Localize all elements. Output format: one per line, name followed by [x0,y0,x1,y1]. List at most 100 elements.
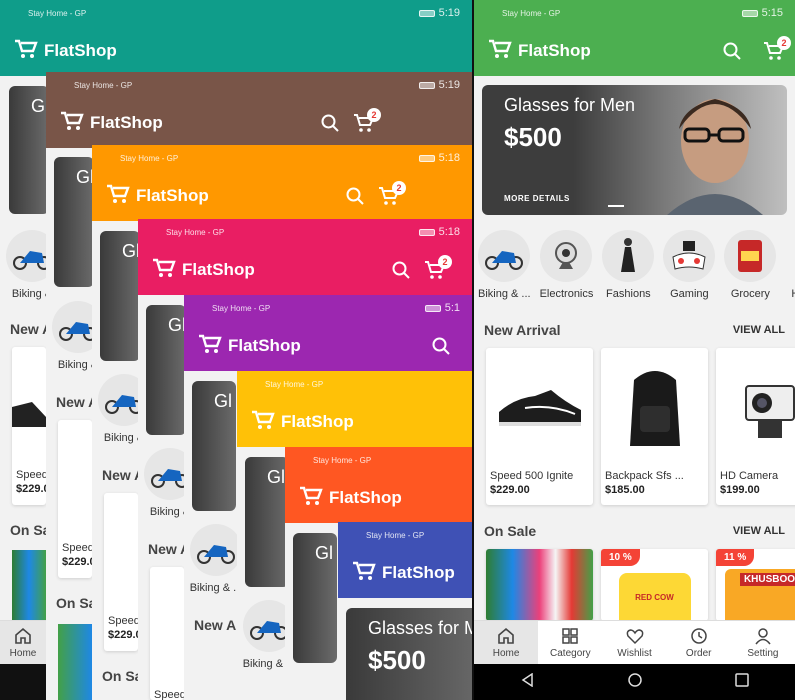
view-all-link[interactable]: VIEW ALL [733,324,785,336]
shirts-image [12,550,46,620]
cart-button[interactable]: 2 [757,34,791,68]
category-label: H [791,288,795,300]
product-card[interactable]: Speed 500 Ignite $229.00 [486,348,593,505]
product-name: Speed [16,469,46,481]
cart-logo-icon [152,258,176,283]
status-bar: Stay Home - GP 5:19 [0,0,472,26]
carrier-text: Stay Home - GP [313,455,372,465]
banner-partial[interactable]: Gl [293,533,337,663]
man-photo [657,89,767,215]
search-button[interactable] [424,329,458,363]
sale-card[interactable] [486,549,593,621]
history-icon [690,627,708,648]
battery-icon [418,154,435,162]
brand: FlatShop [14,39,166,64]
green-theme-screen: Stay Home - GP 5:15 FlatShop 2 Glasses fo… [474,0,795,700]
sale-card[interactable]: KHUSBOO 11 % [716,549,795,621]
product-card-partial[interactable]: Speed $229.0 [58,420,92,578]
more-details-link[interactable]: MORE DETAILS [504,194,570,203]
category-electronics[interactable]: Electronics [539,230,594,300]
product-price: $185.00 [605,484,645,496]
banner-title-partial: Gl [214,391,232,411]
status-time: 5:15 [761,7,783,19]
status-time: 5:1 [444,302,460,314]
search-button[interactable] [338,179,372,213]
category-grocery[interactable]: Grocery [724,230,777,300]
grid-icon [561,627,579,648]
banner-partial[interactable]: Glasses for Me $500 [346,608,472,700]
banner-partial[interactable]: Gl [54,157,94,287]
product-label: KHUSBOO [739,573,795,586]
product-card-partial[interactable]: Speed [150,567,184,700]
search-button[interactable] [384,253,418,287]
section-title: On Sale [484,523,537,539]
banner-partial[interactable]: Gl [192,381,236,511]
battery-icon [741,9,758,17]
search-button[interactable] [715,34,749,68]
shirts-image [486,549,593,621]
nav-order[interactable]: Order [667,621,731,664]
bike-icon [478,230,531,282]
category-label: Grocery [730,288,770,300]
gamepad-icon [663,230,716,282]
product-name: Speed 500 Ignite [490,470,574,482]
nav-setting[interactable]: Setting [731,621,795,664]
recents-icon[interactable] [734,672,749,692]
home-circle-icon[interactable] [627,672,642,692]
search-button[interactable] [166,34,200,68]
on-sale-partial: On Sa [56,595,97,611]
category-label: Electronics [539,288,594,300]
product-label: RED COW [618,573,691,621]
product-card[interactable]: HD Camera $199.00 [716,348,795,505]
promo-banner[interactable]: Glasses for Men $500 MORE DETAILS [482,85,787,215]
category-biking-partial[interactable]: Biking & ... [188,524,244,594]
cart-button[interactable]: 2 [372,179,406,213]
cart-logo-icon [352,561,376,586]
bottom-nav-partial: Home [0,620,46,664]
product-price: $229.0 [16,483,46,495]
shoe-icon [486,348,593,466]
product-name: Speed [108,615,138,627]
battery-icon [424,304,441,312]
category-more[interactable]: H [785,230,795,300]
brand-name: FlatShop [518,41,591,60]
banner-partial[interactable]: Gl [245,457,289,587]
bottom-navigation: Home Category Wishlist Order Setting [474,620,795,664]
category-fashions[interactable]: Fashions [602,230,655,300]
sale-card[interactable]: RED COW 10 % [601,549,708,621]
nav-label: Setting [747,647,779,659]
cart-logo-icon [251,410,275,435]
cart-badge: 2 [438,255,452,269]
nav-label: Wishlist [617,647,652,659]
nav-wishlist[interactable]: Wishlist [602,621,666,664]
nav-home[interactable]: Home [474,621,539,664]
grocery-tin-icon [724,230,777,282]
nav-home[interactable]: Home [0,621,46,664]
discount-badge: 11 % [716,549,755,566]
cart-button[interactable]: 2 [347,106,381,140]
nav-category[interactable]: Category [538,621,602,664]
banner-partial[interactable]: Gl [146,305,186,435]
product-list: Speed 500 Ignite $229.00 Backpack Sfs ..… [486,348,795,505]
product-card[interactable]: Backpack Sfs ... $185.00 [601,348,708,505]
product-card-partial[interactable]: Speed $229.0 [12,347,46,505]
brand-name: FlatShop [44,41,117,60]
shoe-icon [12,347,46,465]
carrier-text: Stay Home - GP [166,227,225,237]
product-name: Backpack Sfs ... [605,470,684,482]
status-time: 5:19 [438,79,460,91]
product-card-partial[interactable]: Speed $229.0 [104,493,138,651]
cart-button[interactable]: 2 [418,253,452,287]
webcam-icon [540,230,593,282]
category-gaming[interactable]: Gaming [663,230,716,300]
view-all-link[interactable]: VIEW ALL [733,525,785,537]
nav-label: Home [492,647,520,659]
back-icon[interactable] [521,672,535,692]
banner-partial[interactable]: Gl [9,86,49,214]
on-sale-partial: On Sa [102,668,143,684]
category-biking[interactable]: Biking & ... [478,230,531,300]
category-label: Biking & ... [478,288,531,300]
search-button[interactable] [313,106,347,140]
banner-partial[interactable]: Gl [100,231,140,361]
status-time: 5:18 [438,226,460,238]
